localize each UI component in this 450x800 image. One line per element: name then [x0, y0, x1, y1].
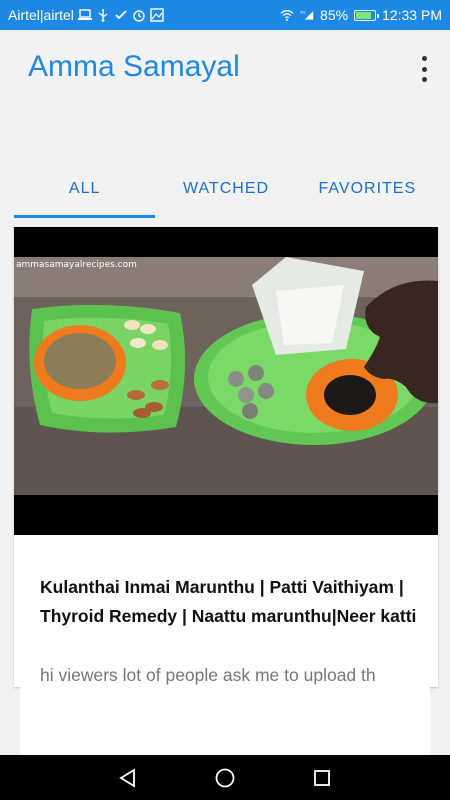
battery-percent: 85%: [320, 7, 349, 23]
tab-bar: ALL WATCHED FAVORITES: [14, 160, 438, 218]
back-triangle-icon: [119, 767, 136, 788]
signal-icon: 4G: [300, 8, 314, 22]
tab-all[interactable]: ALL: [14, 160, 156, 218]
status-left: Airtel|airtel: [8, 7, 164, 23]
video-card[interactable]: ammasamayalrecipes.com Kulanthai Inmai M…: [14, 227, 438, 687]
video-thumbnail[interactable]: ammasamayalrecipes.com: [14, 227, 438, 535]
status-bar: Airtel|airtel 4G 85% 12:33 PM: [0, 0, 450, 30]
carrier-label: Airtel|airtel: [8, 7, 74, 23]
battery-fill: [356, 11, 371, 19]
more-vert-icon-dot: [421, 77, 427, 82]
more-vert-icon: [421, 56, 427, 61]
image-icon: [150, 8, 164, 22]
recents-button[interactable]: [307, 763, 337, 793]
thumbnail-watermark: ammasamayalrecipes.com: [16, 260, 137, 270]
recents-square-icon: [313, 769, 330, 786]
status-right: 4G 85% 12:33 PM: [280, 7, 442, 23]
app-bar: Amma Samayal: [0, 30, 450, 110]
wifi-icon: [280, 8, 294, 22]
network-type-label: 4G: [300, 9, 305, 14]
card-bottom-area: [20, 685, 430, 755]
usb-icon: [96, 8, 110, 22]
clock: 12:33 PM: [382, 7, 442, 23]
checklist-icon: [114, 8, 128, 22]
more-vert-icon-dot: [421, 66, 427, 72]
tab-watched[interactable]: WATCHED: [155, 160, 296, 218]
app-title: Amma Samayal: [28, 50, 240, 83]
video-description: hi viewers lot of people ask me to uploa…: [40, 665, 376, 685]
home-button[interactable]: [210, 763, 240, 793]
back-button[interactable]: [113, 763, 143, 793]
thumbnail-image: ammasamayalrecipes.com: [14, 227, 438, 535]
overflow-menu-button[interactable]: [416, 54, 432, 84]
navigation-bar: [0, 755, 450, 800]
laptop-icon: [77, 8, 92, 22]
tab-favorites[interactable]: FAVORITES: [297, 160, 438, 218]
video-title[interactable]: Kulanthai Inmai Marunthu | Patti Vaithiy…: [40, 573, 420, 631]
home-circle-icon: [215, 768, 235, 787]
battery-icon: [354, 9, 380, 21]
alarm-icon: [132, 8, 146, 22]
